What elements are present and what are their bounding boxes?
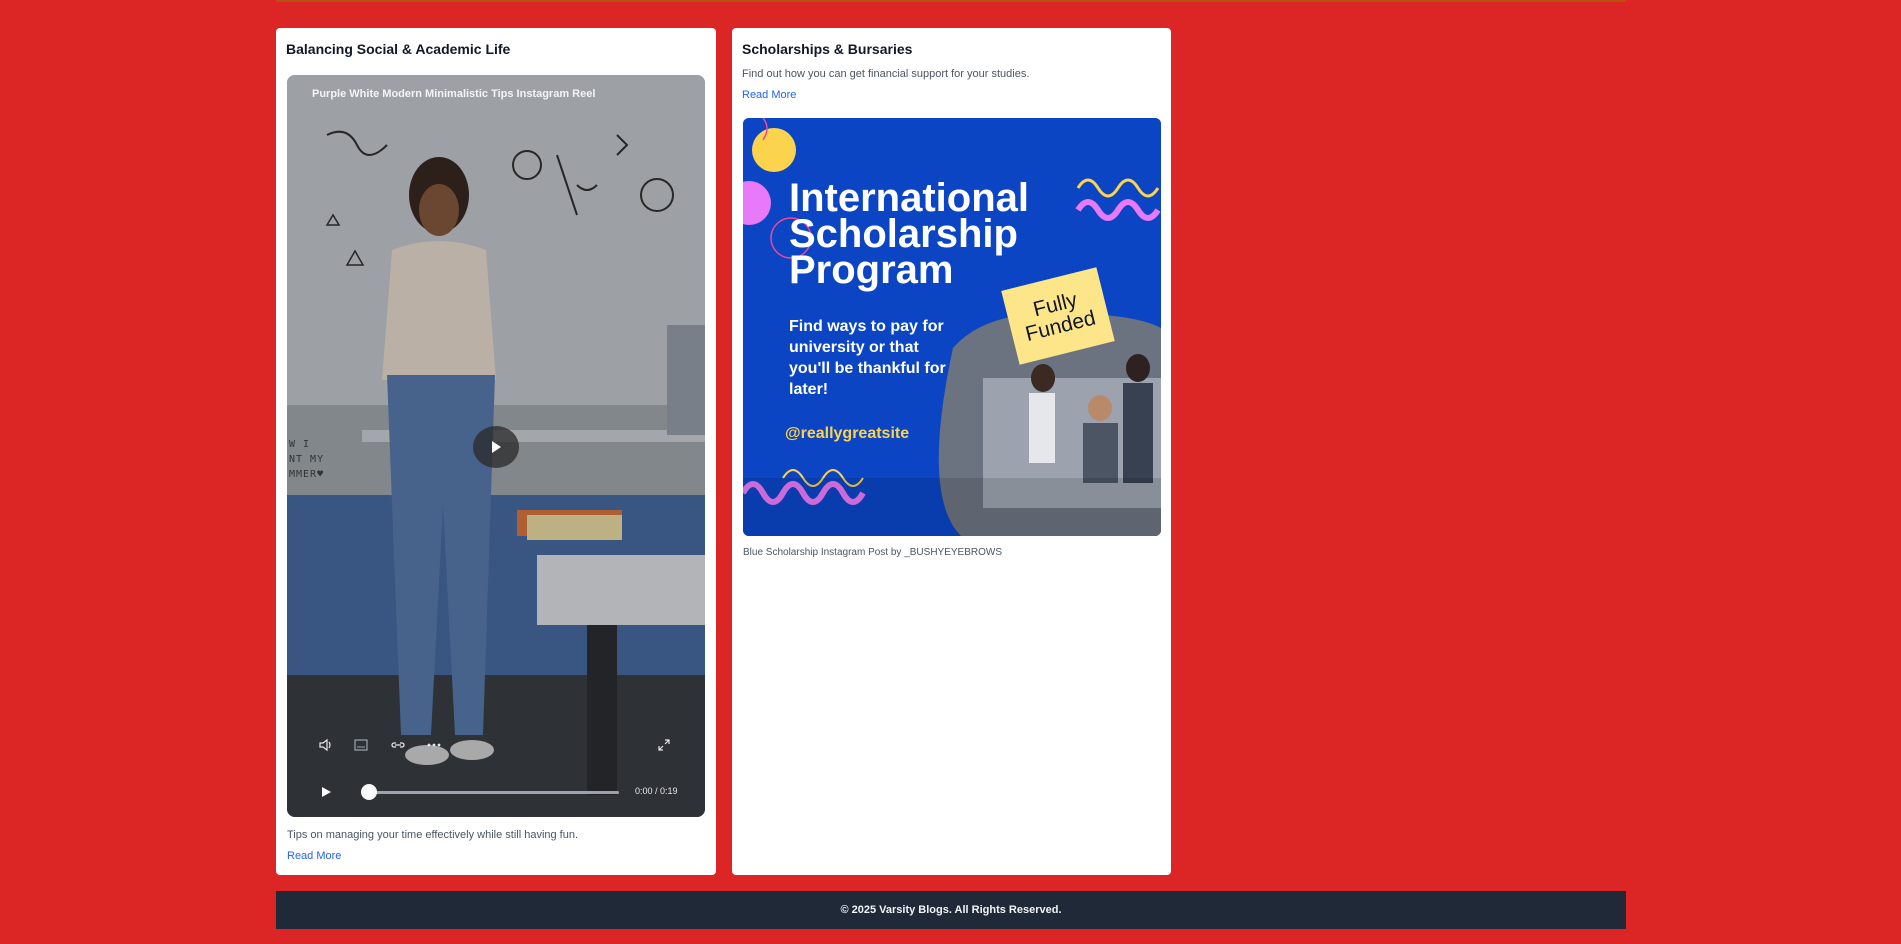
card-title: Balancing Social & Academic Life — [286, 41, 511, 57]
poster-handle: @reallygreatsite — [785, 425, 910, 442]
whiteboard-note: W I NT MY MMER♥ — [289, 437, 324, 482]
captions-icon[interactable] — [354, 738, 368, 752]
poster-heading-line: International — [789, 176, 1030, 220]
play-icon[interactable] — [320, 786, 332, 798]
poster-subtext: Find ways to pay for university or that … — [789, 318, 946, 398]
scholarship-poster[interactable]: International Scholarship Program Find w… — [743, 118, 1161, 536]
whiteboard-line: W I — [289, 439, 311, 450]
video-player[interactable]: Purple White Modern Minimalistic Tips In… — [287, 75, 705, 817]
card-description: Tips on managing your time effectively w… — [287, 829, 579, 841]
time-readout: 0:00 / 0:19 — [635, 786, 678, 796]
read-more-link[interactable]: Read More — [742, 88, 796, 102]
poster-caption: Blue Scholarship Instagram Post by _BUSH… — [743, 547, 1002, 558]
whiteboard-line: NT MY — [289, 454, 325, 465]
link-icon[interactable] — [390, 738, 406, 752]
volume-icon[interactable] — [319, 738, 333, 752]
header-rule — [276, 0, 1626, 2]
fullscreen-icon[interactable] — [657, 738, 671, 752]
blog-card-social-academic: Balancing Social & Academic Life Purple … — [276, 28, 716, 875]
poster-heading-line: Program — [789, 248, 954, 292]
read-more-link[interactable]: Read More — [287, 849, 341, 863]
copyright-text: © 2025 Varsity Blogs. All Rights Reserve… — [840, 904, 1062, 916]
card-description: Find out how you can get financial suppo… — [742, 68, 1030, 80]
play-overlay-button[interactable] — [473, 426, 519, 468]
video-title: Purple White Modern Minimalistic Tips In… — [312, 88, 596, 100]
more-icon[interactable] — [426, 738, 442, 752]
play-icon — [492, 441, 501, 453]
poster-heading-line: Scholarship — [789, 212, 1018, 256]
whiteboard-line: MMER♥ — [289, 469, 325, 480]
poster-heading: International Scholarship Program — [789, 176, 1030, 292]
fullscreen-icon[interactable] — [1117, 511, 1161, 536]
progress-bar[interactable] — [369, 791, 619, 794]
site-footer: © 2025 Varsity Blogs. All Rights Reserve… — [276, 891, 1626, 929]
card-title: Scholarships & Bursaries — [742, 41, 913, 57]
progress-scrubber[interactable] — [361, 784, 377, 800]
blog-card-scholarships: Scholarships & Bursaries Find out how yo… — [732, 28, 1171, 875]
